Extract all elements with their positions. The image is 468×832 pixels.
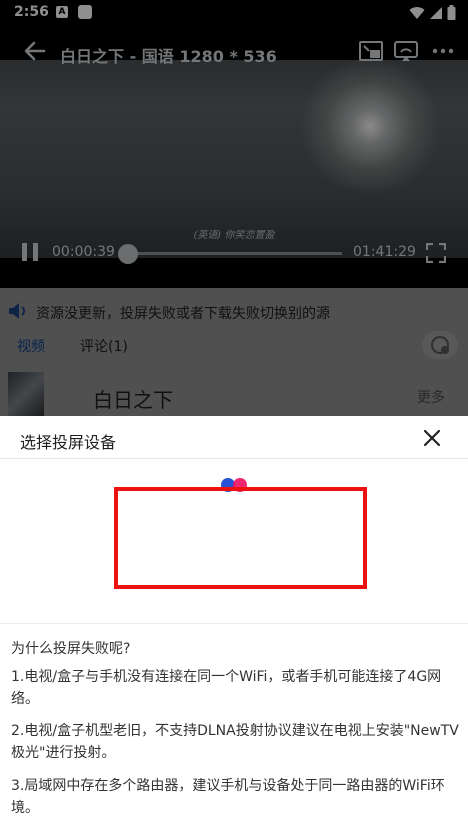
cast-device-sheet: 选择投屏设备 为什么投屏失败呢? 1.电视/盒子与手机没有连接在同一个WiFi，… bbox=[0, 416, 468, 832]
close-icon[interactable] bbox=[420, 426, 444, 450]
help-item: 2.电视/盒子机型老旧，不支持DLNA投射协议建议在电视上安装"NewTV极光"… bbox=[11, 723, 459, 761]
sheet-header: 选择投屏设备 bbox=[0, 416, 468, 459]
device-list-box bbox=[114, 487, 367, 589]
device-list bbox=[0, 460, 468, 624]
help-item: 1.电视/盒子与手机没有连接在同一个WiFi，或者手机可能连接了4G网络。 bbox=[11, 669, 442, 707]
sheet-title: 选择投屏设备 bbox=[20, 433, 117, 452]
help-item: 3.局域网中存在多个路由器，建议手机与设备处于同一路由器的WiFi环境。 bbox=[11, 778, 445, 816]
dim-overlay[interactable] bbox=[0, 0, 468, 416]
help-title: 为什么投屏失败呢? bbox=[11, 641, 131, 657]
